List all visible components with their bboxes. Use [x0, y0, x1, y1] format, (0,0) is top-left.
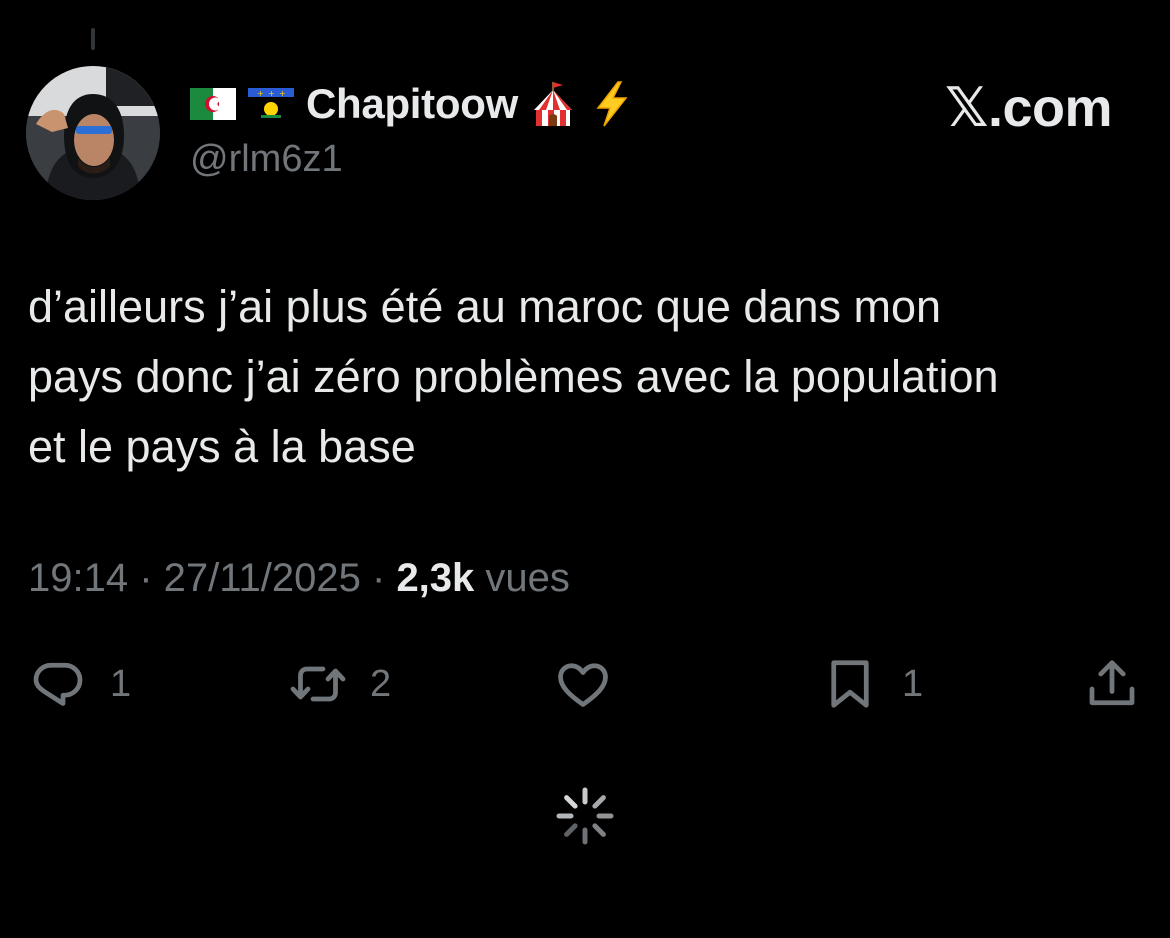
tweet-line: pays donc j’ai zéro problèmes avec la po…: [28, 351, 999, 402]
author-name-row[interactable]: + + + Chapitoow: [190, 76, 634, 132]
author-handle[interactable]: @rlm6z1: [190, 138, 343, 181]
reply-icon: [33, 662, 83, 706]
circus-tent-icon: [530, 80, 576, 128]
tweet-line: et le pays à la base: [28, 421, 416, 472]
svg-text:+: +: [279, 89, 286, 98]
reply-count: 1: [110, 662, 132, 705]
loading-spinner-icon: [556, 787, 614, 845]
tweet-date[interactable]: 27/11/2025: [164, 556, 361, 600]
tweet-text: d’ailleurs j’ai plus été au maroc que da…: [28, 272, 1148, 482]
heart-icon: [558, 663, 608, 707]
tweet-metadata: 19:14 · 27/11/2025 · 2,3k vues: [28, 556, 570, 601]
thread-connector-line: [91, 28, 95, 50]
meta-separator: ·: [128, 556, 164, 600]
like-button[interactable]: [553, 652, 635, 716]
svg-text:+: +: [268, 89, 275, 98]
views-count[interactable]: 2,3k: [396, 556, 474, 600]
bookmark-button[interactable]: 1: [820, 652, 923, 716]
tweet-time[interactable]: 19:14: [28, 556, 128, 600]
retweet-icon: [290, 666, 346, 702]
bookmark-icon: [831, 660, 869, 708]
svg-text:+: +: [257, 89, 264, 98]
share-button[interactable]: [1082, 652, 1142, 716]
tweet-line: d’ailleurs j’ai plus été au maroc que da…: [28, 281, 942, 332]
meta-separator: ·: [360, 556, 397, 600]
reply-button[interactable]: 1: [28, 652, 131, 716]
avatar[interactable]: [26, 66, 160, 200]
views-label: vues: [474, 556, 570, 600]
tweet-action-bar: 1 2 1: [0, 652, 1170, 716]
algeria-flag-icon: [190, 88, 236, 120]
retweet-count: 2: [370, 662, 392, 705]
avatar-image: [26, 66, 160, 200]
share-icon: [1089, 660, 1135, 706]
guadeloupe-flag-icon: + + +: [248, 88, 294, 120]
retweet-button[interactable]: 2: [288, 652, 391, 716]
lightning-icon: [588, 80, 634, 128]
x-brand-logo: 𝕏.com: [944, 78, 1113, 138]
author-display-name[interactable]: Chapitoow: [306, 80, 518, 128]
bookmark-count: 1: [902, 662, 924, 705]
